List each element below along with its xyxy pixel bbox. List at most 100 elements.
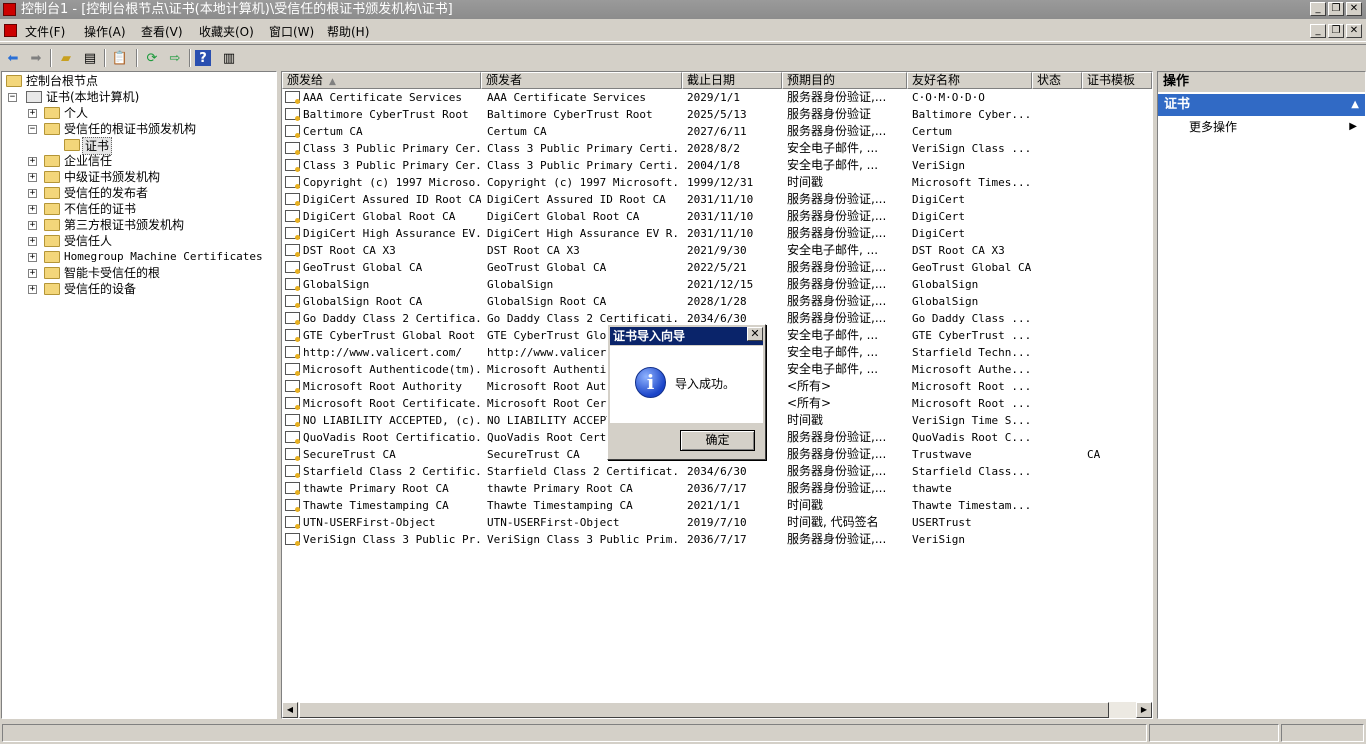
certificate-icon: [285, 448, 300, 461]
close-icon[interactable]: ✕: [1346, 2, 1362, 16]
cell-issued-to: thawte Primary Root CA: [303, 482, 449, 495]
table-row[interactable]: GeoTrust Global CA GeoTrust Global CA 2022…: [282, 259, 1152, 276]
restore-icon[interactable]: ❐: [1328, 2, 1344, 16]
table-row[interactable]: DST Root CA X3 DST Root CA X3 2021/9/30 安全电…: [282, 242, 1152, 259]
expand-icon[interactable]: +: [28, 173, 37, 182]
table-row[interactable]: Baltimore CyberTrust Root Baltimore Cyber…: [282, 106, 1152, 123]
scroll-right-icon[interactable]: ▶: [1136, 702, 1152, 718]
table-row[interactable]: DigiCert Global Root CA DigiCert Global R…: [282, 208, 1152, 225]
table-row[interactable]: Certum CA Certum CA 2027/6/11 服务器身份验证,... Ce…: [282, 123, 1152, 140]
help-icon[interactable]: ?: [195, 50, 211, 66]
table-row[interactable]: Class 3 Public Primary Cer... Class 3 Pub…: [282, 157, 1152, 174]
actions-section-certificates[interactable]: 证书 ▲: [1158, 94, 1365, 116]
table-row[interactable]: DigiCert High Assurance EV... DigiCert Hi…: [282, 225, 1152, 242]
folder-icon: [44, 187, 60, 199]
cell-expiration-date: 2031/11/10: [687, 227, 754, 240]
expand-icon[interactable]: +: [28, 285, 37, 294]
expand-icon[interactable]: +: [28, 269, 37, 278]
column-certificate-template[interactable]: 证书模板: [1082, 72, 1152, 89]
status-panel-main: [2, 724, 1147, 742]
folder-icon: [64, 139, 80, 151]
expand-icon[interactable]: +: [28, 109, 37, 118]
submenu-arrow-icon: ▶: [1349, 121, 1357, 132]
collapse-icon[interactable]: −: [8, 93, 17, 102]
certificate-icon: [285, 329, 300, 342]
expand-icon[interactable]: +: [28, 157, 37, 166]
cell-friendly-name: VeriSign Time S...: [912, 414, 1032, 427]
cell-issued-to: DST Root CA X3: [303, 244, 396, 257]
cell-issued-to: http://www.valicert.com/: [303, 346, 462, 359]
cell-issued-by: DigiCert High Assurance EV R...: [487, 227, 679, 240]
cell-friendly-name: DigiCert: [912, 193, 965, 206]
cell-friendly-name: Thawte Timestam...: [912, 499, 1032, 512]
table-row[interactable]: AAA Certificate Services AAA Certificate …: [282, 89, 1152, 106]
expand-icon[interactable]: +: [28, 253, 37, 262]
horizontal-scrollbar[interactable]: ◀ ▶: [282, 702, 1152, 718]
cell-intended-purposes: 安全电子邮件, ...: [787, 345, 879, 359]
certificate-icon: [285, 176, 300, 189]
table-row[interactable]: VeriSign Class 3 Public Pr... VeriSign Cl…: [282, 531, 1152, 548]
doc-restore-icon[interactable]: ❐: [1328, 24, 1344, 38]
column-intended-purposes[interactable]: 预期目的: [782, 72, 907, 89]
doc-close-icon[interactable]: ✕: [1346, 24, 1362, 38]
cell-issued-by: Certum CA: [487, 125, 547, 138]
cell-intended-purposes: 服务器身份验证,...: [787, 226, 887, 240]
menu-favorites[interactable]: 收藏夹(O): [199, 23, 254, 40]
dialog-close-icon[interactable]: ✕: [747, 327, 763, 341]
expand-icon[interactable]: +: [28, 189, 37, 198]
certificate-icon: [285, 380, 300, 393]
menu-action[interactable]: 操作(A): [84, 23, 126, 40]
copy-icon[interactable]: 📋: [110, 48, 130, 68]
menu-help[interactable]: 帮助(H): [327, 23, 369, 40]
table-row[interactable]: thawte Primary Root CA thawte Primary Roo…: [282, 480, 1152, 497]
ok-button[interactable]: 确定: [680, 430, 755, 451]
cell-intended-purposes: <所有>: [787, 396, 832, 410]
column-issued-to[interactable]: 颁发给 ▲: [282, 72, 481, 89]
collapse-icon[interactable]: −: [28, 125, 37, 134]
table-row[interactable]: Starfield Class 2 Certific... Starfield C…: [282, 463, 1152, 480]
up-folder-icon[interactable]: ▰: [56, 48, 76, 68]
cell-expiration-date: 2034/6/30: [687, 465, 747, 478]
show-tree-icon[interactable]: ▤: [80, 48, 100, 68]
folder-icon: [44, 267, 60, 279]
column-status[interactable]: 状态: [1032, 72, 1082, 89]
mmc-app-icon[interactable]: [3, 3, 16, 16]
cell-expiration-date: 2036/7/17: [687, 533, 747, 546]
scroll-left-icon[interactable]: ◀: [282, 702, 298, 718]
menu-file[interactable]: 文件(F): [25, 23, 65, 40]
refresh-icon[interactable]: ⟳: [142, 48, 162, 68]
status-panel-2: [1149, 724, 1279, 742]
menu-view[interactable]: 查看(V): [141, 23, 183, 40]
scrollbar-thumb[interactable]: [299, 702, 1109, 718]
expand-icon[interactable]: +: [28, 237, 37, 246]
column-issued-by[interactable]: 颁发者: [481, 72, 682, 89]
table-row[interactable]: GlobalSign GlobalSign 2021/12/15 服务器身份验证,..…: [282, 276, 1152, 293]
console-document-icon[interactable]: [4, 24, 17, 37]
column-friendly-name[interactable]: 友好名称: [907, 72, 1032, 89]
table-row[interactable]: Thawte Timestamping CA Thawte Timestampin…: [282, 497, 1152, 514]
expand-icon[interactable]: +: [28, 205, 37, 214]
cell-friendly-name: thawte: [912, 482, 952, 495]
back-icon[interactable]: ⬅: [3, 48, 23, 68]
console-tree: 控制台根节点 − 证书(本地计算机) + 个人 − 受信任的根证书颁发机构 证书…: [1, 71, 277, 719]
minimize-icon[interactable]: _: [1310, 2, 1326, 16]
table-row[interactable]: DigiCert Assured ID Root CA DigiCert Assu…: [282, 191, 1152, 208]
list-header: 颁发给 ▲ 颁发者 截止日期 预期目的 友好名称 状态 证书模板: [282, 72, 1152, 89]
cell-friendly-name: Go Daddy Class ...: [912, 312, 1032, 325]
table-row[interactable]: GlobalSign Root CA GlobalSign Root CA 2028…: [282, 293, 1152, 310]
table-row[interactable]: Copyright (c) 1997 Microso... Copyright (…: [282, 174, 1152, 191]
expand-icon[interactable]: +: [28, 221, 37, 230]
window-titlebar[interactable]: 控制台1 - [控制台根节点\证书(本地计算机)\受信任的根证书颁发机构\证书]…: [0, 0, 1366, 19]
table-row[interactable]: UTN-USERFirst-Object UTN-USERFirst-Object…: [282, 514, 1152, 531]
menu-window[interactable]: 窗口(W): [269, 23, 314, 40]
export-icon[interactable]: ⇨: [165, 48, 185, 68]
action-more-actions[interactable]: 更多操作 ▶: [1158, 118, 1365, 136]
forward-icon[interactable]: ➡: [26, 48, 46, 68]
cell-friendly-name: GlobalSign: [912, 295, 979, 308]
collapse-up-icon[interactable]: ▲: [1351, 94, 1359, 116]
show-action-pane-icon[interactable]: ▥: [219, 48, 239, 68]
table-row[interactable]: Class 3 Public Primary Cer... Class 3 Pub…: [282, 140, 1152, 157]
column-expiration-date[interactable]: 截止日期: [682, 72, 782, 89]
doc-minimize-icon[interactable]: _: [1310, 24, 1326, 38]
dialog-title[interactable]: 证书导入向导: [610, 327, 763, 345]
